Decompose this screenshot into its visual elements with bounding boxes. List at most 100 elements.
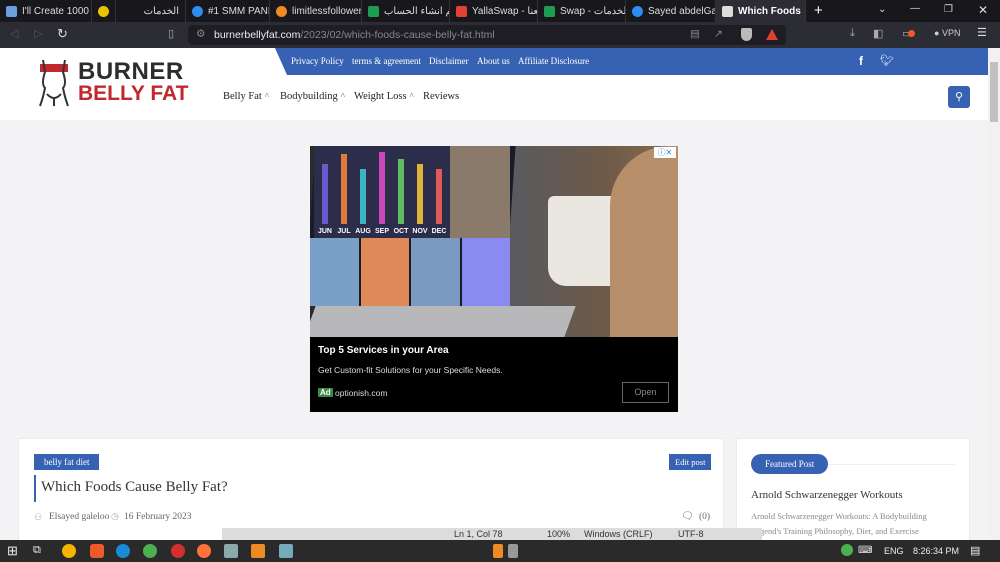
- author-link[interactable]: Elsayed galeloo: [49, 512, 109, 522]
- brave-shields-icon[interactable]: [741, 28, 752, 41]
- tab[interactable]: لقد تم انشاء الحساب: [362, 0, 450, 22]
- site-settings-icon[interactable]: ⚙: [196, 28, 205, 40]
- restore-icon[interactable]: ❐: [944, 4, 953, 15]
- share-icon[interactable]: ↗: [714, 28, 723, 40]
- comment-icon[interactable]: 🗨︎: [681, 511, 694, 522]
- tab[interactable]: Sayed abdelGalil: [626, 0, 716, 22]
- reader-mode-icon[interactable]: ▤: [690, 28, 700, 40]
- bookmark-icon[interactable]: ▯: [168, 27, 174, 40]
- chrome-icon[interactable]: [143, 544, 157, 558]
- sheets-icon: [368, 5, 379, 17]
- scrollbar-thumb[interactable]: [990, 62, 998, 122]
- task-view-icon[interactable]: ⧉: [33, 544, 41, 557]
- close-window-icon[interactable]: ✕: [978, 3, 988, 17]
- category-label[interactable]: belly fat diet: [34, 454, 100, 470]
- tab[interactable]: الخدمات: [116, 0, 186, 22]
- tab-active[interactable]: Which Foods✕: [716, 0, 806, 22]
- reload-icon[interactable]: ↻: [57, 26, 68, 42]
- chart-month-label: DEC: [431, 228, 447, 235]
- vlc-icon[interactable]: [251, 544, 265, 558]
- tab[interactable]: I'll Create 1000: [0, 0, 92, 22]
- chevron-icon: ^: [264, 91, 270, 101]
- sheets-icon: [544, 5, 555, 17]
- ad-open-button[interactable]: Open: [622, 382, 669, 403]
- tray-icon[interactable]: [508, 544, 518, 558]
- link-disclaimer[interactable]: Disclaimer: [429, 56, 469, 66]
- ad-chart-image: JUN JUL AUG SEP OCT NOV DEC: [314, 146, 450, 238]
- chrome-tray-icon[interactable]: [841, 544, 853, 556]
- search-button[interactable]: ⚲: [948, 86, 970, 108]
- clock[interactable]: 8:26:34 PM: [913, 546, 959, 556]
- notepad-line-ending: Windows (CRLF): [584, 529, 653, 539]
- opera-icon[interactable]: [171, 544, 185, 558]
- app-icon[interactable]: [116, 544, 130, 558]
- chart-month-label: SEP: [374, 228, 389, 235]
- keyboard-icon[interactable]: ⌨: [858, 545, 872, 556]
- notepad-encoding: UTF-8: [678, 529, 704, 539]
- logo-text-line1[interactable]: BURNER: [78, 60, 184, 84]
- notepad-zoom: 100%: [547, 529, 571, 539]
- chart-month-label: OCT: [393, 228, 409, 235]
- link-privacy-policy[interactable]: Privacy Policy: [291, 56, 344, 66]
- link-about-us[interactable]: About us: [477, 56, 510, 66]
- logo-text-line2[interactable]: BELLY FAT: [78, 83, 188, 105]
- address-bar[interactable]: ⚙ burnerbellyfat.com/2023/02/which-foods…: [188, 25, 786, 45]
- ad-badge: Ad: [318, 388, 333, 397]
- browser-toolbar: ◁ ▷ ↻ ▯ ⚙ burnerbellyfat.com/2023/02/whi…: [0, 22, 1000, 48]
- comment-count[interactable]: (0): [699, 512, 710, 522]
- chart-month-label: NOV: [412, 228, 428, 235]
- tab[interactable]: YallaSwap - معنا: [450, 0, 538, 22]
- notifications-icon[interactable]: ▤: [970, 544, 980, 557]
- brave-rewards-icon[interactable]: [766, 29, 778, 40]
- tab[interactable]: #1 SMM PANEL: [186, 0, 270, 22]
- tab-favicon-icon: [276, 5, 287, 17]
- forward-icon[interactable]: ▷: [34, 27, 42, 40]
- advertisement[interactable]: JUN JUL AUG SEP OCT NOV DEC ⓘ✕ Top 5 Ser…: [310, 146, 678, 412]
- app-icon[interactable]: [224, 544, 238, 558]
- post-title: Which Foods Cause Belly Fat?: [34, 475, 228, 502]
- new-tab-icon[interactable]: +: [814, 2, 823, 19]
- ad-subtitle: Get Custom-fit Solutions for your Specif…: [318, 365, 503, 375]
- brave-icon[interactable]: [90, 544, 104, 558]
- tab[interactable]: Swap - الخدمات: [538, 0, 626, 22]
- ad-choices-close-icon[interactable]: ⓘ✕: [654, 147, 676, 158]
- nav-reviews[interactable]: Reviews: [423, 91, 459, 102]
- nav-bodybuilding[interactable]: Bodybuilding ^: [280, 91, 345, 102]
- tab[interactable]: limitlessfollower: [270, 0, 362, 22]
- wallet-icon[interactable]: ▭: [902, 27, 916, 40]
- minimize-icon[interactable]: —: [910, 3, 920, 14]
- notepad-cursor-position: Ln 1, Col 78: [454, 529, 503, 539]
- link-terms[interactable]: terms & agreement: [352, 56, 421, 66]
- windows-start-icon[interactable]: ⊞: [7, 543, 18, 559]
- nav-weight-loss[interactable]: Weight Loss ^: [354, 91, 414, 102]
- chrome-canary-icon[interactable]: [62, 544, 76, 558]
- menu-icon[interactable]: ☰: [977, 26, 987, 39]
- tab[interactable]: [92, 0, 116, 22]
- download-icon[interactable]: ⤓: [850, 27, 855, 40]
- ad-title[interactable]: Top 5 Services in your Area: [318, 345, 449, 356]
- firefox-icon[interactable]: [197, 544, 211, 558]
- notepad-icon[interactable]: [279, 544, 293, 558]
- top-links-bar: Privacy Policy terms & agreement Disclai…: [275, 48, 988, 75]
- edit-post-button[interactable]: Edit post: [669, 454, 712, 470]
- language-indicator[interactable]: ENG: [884, 546, 904, 556]
- twitter-icon[interactable]: 🐦︎: [880, 54, 894, 67]
- tab-search-chevron-icon[interactable]: ⌄: [878, 4, 886, 15]
- featured-post-title[interactable]: Arnold Schwarzenegger Workouts: [751, 489, 903, 501]
- featured-post-excerpt: Arnold Schwarzenegger Workouts: A Bodybu…: [751, 511, 927, 536]
- verified-icon: [192, 5, 203, 17]
- gmail-icon: [456, 5, 467, 17]
- nav-belly-fat[interactable]: Belly Fat ^: [223, 91, 269, 102]
- author-icon: ⚇: [34, 512, 43, 522]
- vpn-button[interactable]: ● VPN: [934, 28, 960, 38]
- back-icon[interactable]: ◁: [10, 27, 18, 40]
- facebook-icon[interactable]: f: [859, 54, 863, 68]
- tab-favicon-icon: [632, 5, 643, 17]
- ad-image: JUN JUL AUG SEP OCT NOV DEC: [310, 146, 678, 337]
- lightbulb-icon: [98, 5, 109, 17]
- sidebar-icon[interactable]: ◧: [873, 27, 883, 40]
- link-affiliate-disclosure[interactable]: Affiliate Disclosure: [518, 56, 589, 66]
- sidebar-featured: Featured Post Arnold Schwarzenegger Work…: [736, 438, 970, 548]
- vlc-tray-icon[interactable]: [493, 544, 503, 558]
- logo-icon[interactable]: [37, 58, 71, 108]
